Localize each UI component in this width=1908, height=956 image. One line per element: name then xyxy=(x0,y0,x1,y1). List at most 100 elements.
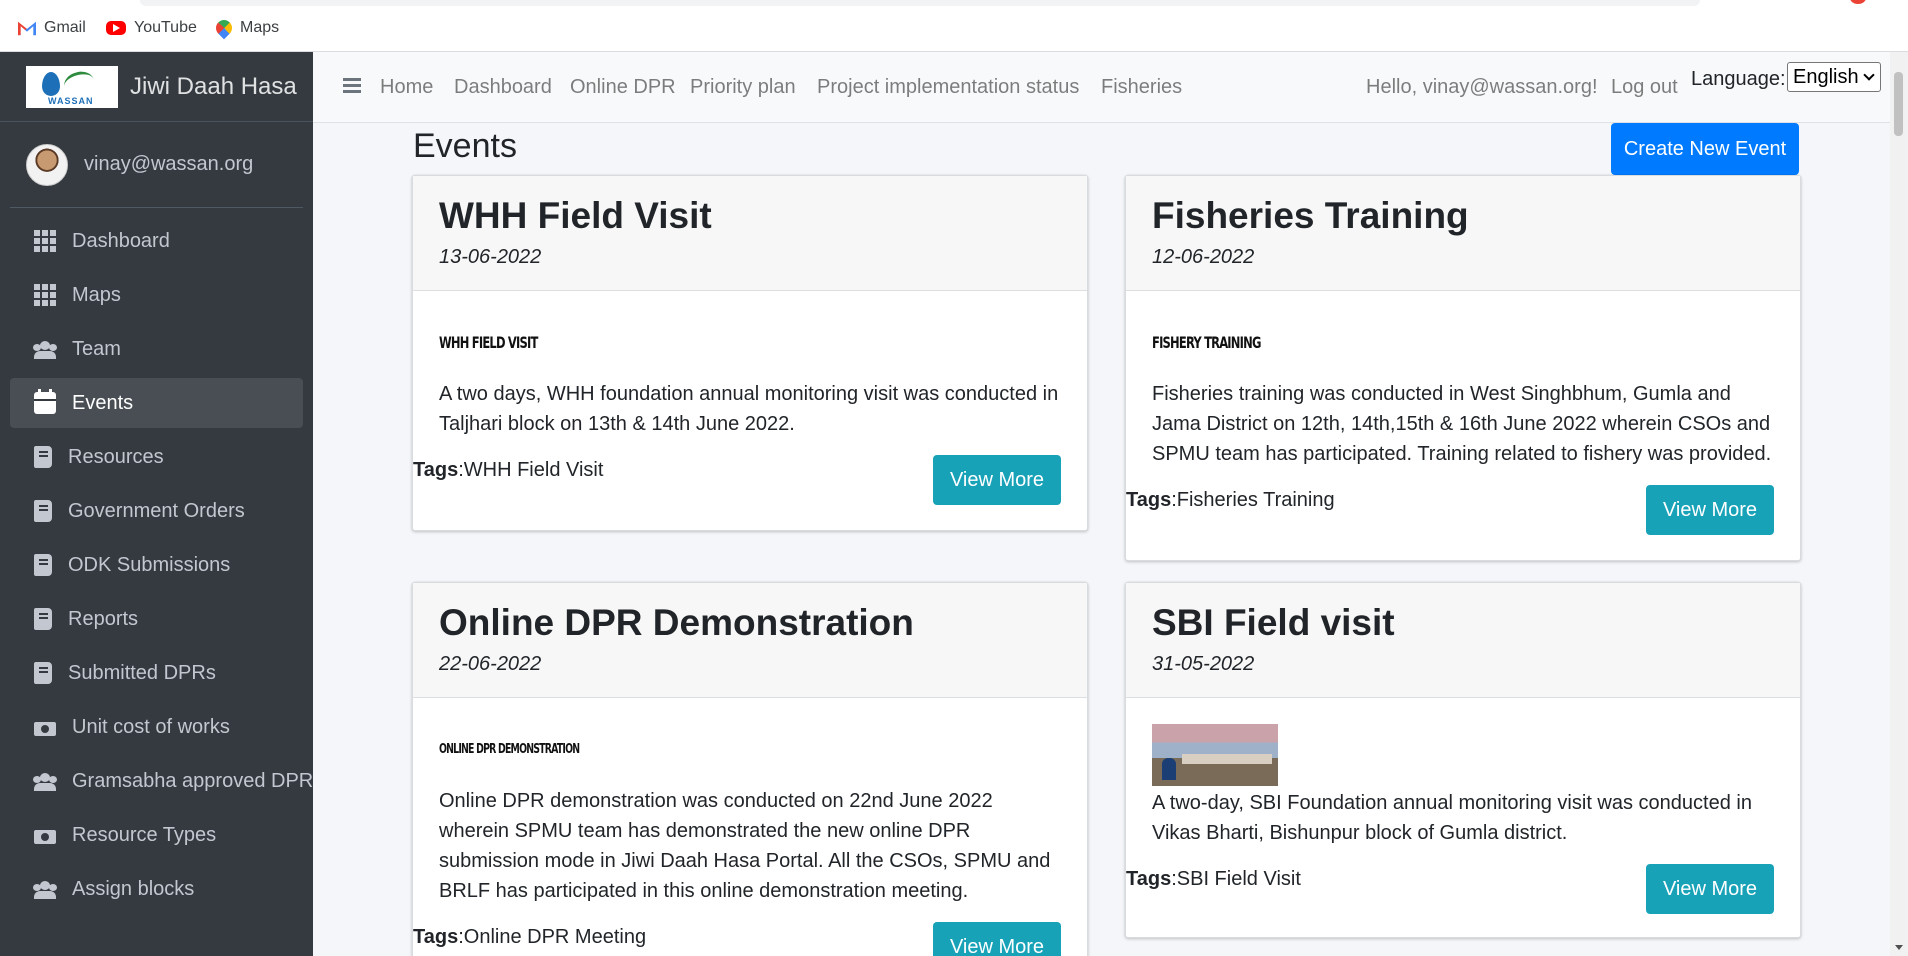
nav-link-home[interactable]: Home xyxy=(380,76,433,99)
tags-label: Tags xyxy=(413,459,459,481)
sidebar-item-unit-cost[interactable]: Unit cost of works xyxy=(10,702,303,752)
event-photo xyxy=(1152,724,1278,786)
main-content: Events Create New Event WHH Field Visit … xyxy=(313,123,1908,956)
view-more-button[interactable]: View More xyxy=(933,455,1061,505)
event-description: Fisheries training was conducted in West… xyxy=(1152,383,1772,465)
event-title: Fisheries Training xyxy=(1152,195,1469,236)
event-title: WHH Field Visit xyxy=(439,195,712,236)
event-description: A two-day, SBI Foundation annual monitor… xyxy=(1152,792,1752,844)
card-body: ONLINE DPR DEMONSTRATION Online DPR demo… xyxy=(413,698,1087,956)
event-date: 12-06-2022 xyxy=(1152,246,1255,268)
avatar xyxy=(26,143,68,186)
user-panel[interactable]: vinay@wassan.org xyxy=(10,122,303,208)
sidebar-item-label: Government Orders xyxy=(68,499,245,522)
card-header: SBI Field visit 31-05-2022 xyxy=(1126,583,1800,698)
card-body: A two-day, SBI Foundation annual monitor… xyxy=(1126,698,1800,922)
sidebar-item-reports[interactable]: Reports xyxy=(10,594,303,644)
sidebar-item-label: Maps xyxy=(72,283,121,306)
view-more-button[interactable]: View More xyxy=(933,922,1061,956)
sidebar-item-submitted-dprs[interactable]: Submitted DPRs xyxy=(10,648,303,698)
sidebar-item-odk-submissions[interactable]: ODK Submissions xyxy=(10,540,303,590)
view-more-button[interactable]: View More xyxy=(1646,485,1774,535)
tags-label: Tags xyxy=(413,926,459,948)
event-title: SBI Field visit xyxy=(1152,602,1395,643)
tags-value: Fisheries Training xyxy=(1176,489,1335,511)
event-card: Online DPR Demonstration 22-06-2022 ONLI… xyxy=(412,582,1088,956)
sidebar-item-team[interactable]: Team xyxy=(10,324,303,374)
event-tags: Tags:SBI Field Visit xyxy=(1126,868,1301,890)
event-description: Online DPR demonstration was conducted o… xyxy=(439,790,1051,902)
sidebar: WASSAN Jiwi Daah Hasa vinay@wassan.org D… xyxy=(0,52,313,956)
event-image: WHH FIELD VISIT xyxy=(439,333,538,352)
sidebar-item-label: ODK Submissions xyxy=(68,553,231,576)
create-new-event-button[interactable]: Create New Event xyxy=(1611,123,1799,175)
language-select[interactable]: English xyxy=(1787,62,1881,92)
book-icon xyxy=(34,446,52,468)
book-icon xyxy=(34,662,52,684)
nav-link-fisheries[interactable]: Fisheries xyxy=(1101,76,1182,99)
sidebar-item-events[interactable]: Events xyxy=(10,378,303,428)
sidebar-item-assign-blocks[interactable]: Assign blocks xyxy=(10,864,303,914)
users-icon xyxy=(34,770,56,792)
bookmark-youtube[interactable]: YouTube xyxy=(106,18,197,38)
money-icon xyxy=(34,830,56,844)
brand-link[interactable]: WASSAN Jiwi Daah Hasa xyxy=(0,52,313,122)
nav-link-priority-plan[interactable]: Priority plan xyxy=(690,76,796,99)
grid-icon xyxy=(34,230,56,252)
tags-label: Tags xyxy=(1126,868,1172,890)
card-header: WHH Field Visit 13-06-2022 xyxy=(413,176,1087,291)
event-image: ONLINE DPR DEMONSTRATION xyxy=(439,742,580,757)
event-title: Online DPR Demonstration xyxy=(439,602,914,643)
nav-link-online-dpr[interactable]: Online DPR xyxy=(570,76,676,99)
sidebar-item-label: Submitted DPRs xyxy=(68,661,216,684)
hamburger-menu-icon[interactable] xyxy=(343,78,361,81)
card-header: Online DPR Demonstration 22-06-2022 xyxy=(413,583,1087,698)
money-icon xyxy=(34,722,56,736)
sidebar-item-label: Resource Types xyxy=(72,823,217,846)
page-title: Events xyxy=(413,127,517,165)
tags-value: SBI Field Visit xyxy=(1176,868,1301,890)
sidebar-item-label: Resources xyxy=(68,445,164,468)
book-icon xyxy=(34,608,52,630)
event-date: 13-06-2022 xyxy=(439,246,542,268)
event-card: WHH Field Visit 13-06-2022 WHH FIELD VIS… xyxy=(412,175,1088,531)
view-more-button[interactable]: View More xyxy=(1646,864,1774,914)
leaf-icon xyxy=(61,67,97,98)
nav-link-project-status[interactable]: Project implementation status xyxy=(817,76,1079,99)
bookmark-label: Maps xyxy=(240,19,280,36)
sidebar-item-label: Dashboard xyxy=(72,229,170,252)
logout-link[interactable]: Log out xyxy=(1611,76,1678,99)
sidebar-item-government-orders[interactable]: Government Orders xyxy=(10,486,303,536)
logo-text: WASSAN xyxy=(48,95,94,106)
profile-badge-icon[interactable] xyxy=(1850,0,1866,4)
event-tags: Tags:WHH Field Visit xyxy=(413,459,604,481)
address-bar-edge[interactable] xyxy=(140,0,1700,6)
scroll-down-arrow-icon[interactable] xyxy=(1895,945,1903,950)
scrollbar-thumb[interactable] xyxy=(1894,72,1903,136)
sidebar-item-label: Assign blocks xyxy=(72,877,195,900)
user-greeting[interactable]: Hello, vinay@wassan.org! xyxy=(1366,76,1598,99)
tags-value: Online DPR Meeting xyxy=(463,926,647,948)
tags-value: WHH Field Visit xyxy=(463,459,604,481)
browser-bookmarks-bar: Gmail YouTube Maps xyxy=(0,0,1908,52)
nav-link-dashboard[interactable]: Dashboard xyxy=(454,76,552,99)
event-description: A two days, WHH foundation annual monito… xyxy=(439,383,1059,435)
bookmark-gmail[interactable]: Gmail xyxy=(18,18,86,38)
event-tags: Tags:Online DPR Meeting xyxy=(413,926,647,948)
brand-title: Jiwi Daah Hasa xyxy=(130,72,297,100)
sidebar-nav: Dashboard Maps Team Events Resources Gov… xyxy=(0,208,313,926)
sidebar-item-gramsabha-dpr[interactable]: Gramsabha approved DPR xyxy=(10,756,313,806)
sidebar-item-maps[interactable]: Maps xyxy=(10,270,303,320)
sidebar-item-resources[interactable]: Resources xyxy=(10,432,303,482)
card-body: WHH FIELD VISIT A two days, WHH foundati… xyxy=(413,291,1087,513)
bookmark-maps[interactable]: Maps xyxy=(212,16,280,40)
bookmark-label: Gmail xyxy=(44,19,86,36)
language-value: English xyxy=(1793,65,1859,88)
page-scrollbar[interactable] xyxy=(1890,52,1908,956)
calendar-icon xyxy=(34,389,56,414)
wassan-logo: WASSAN xyxy=(26,65,118,108)
tags-label: Tags xyxy=(1126,489,1172,511)
sidebar-item-resource-types[interactable]: Resource Types xyxy=(10,810,303,860)
users-icon xyxy=(34,878,56,900)
sidebar-item-dashboard[interactable]: Dashboard xyxy=(10,216,303,266)
